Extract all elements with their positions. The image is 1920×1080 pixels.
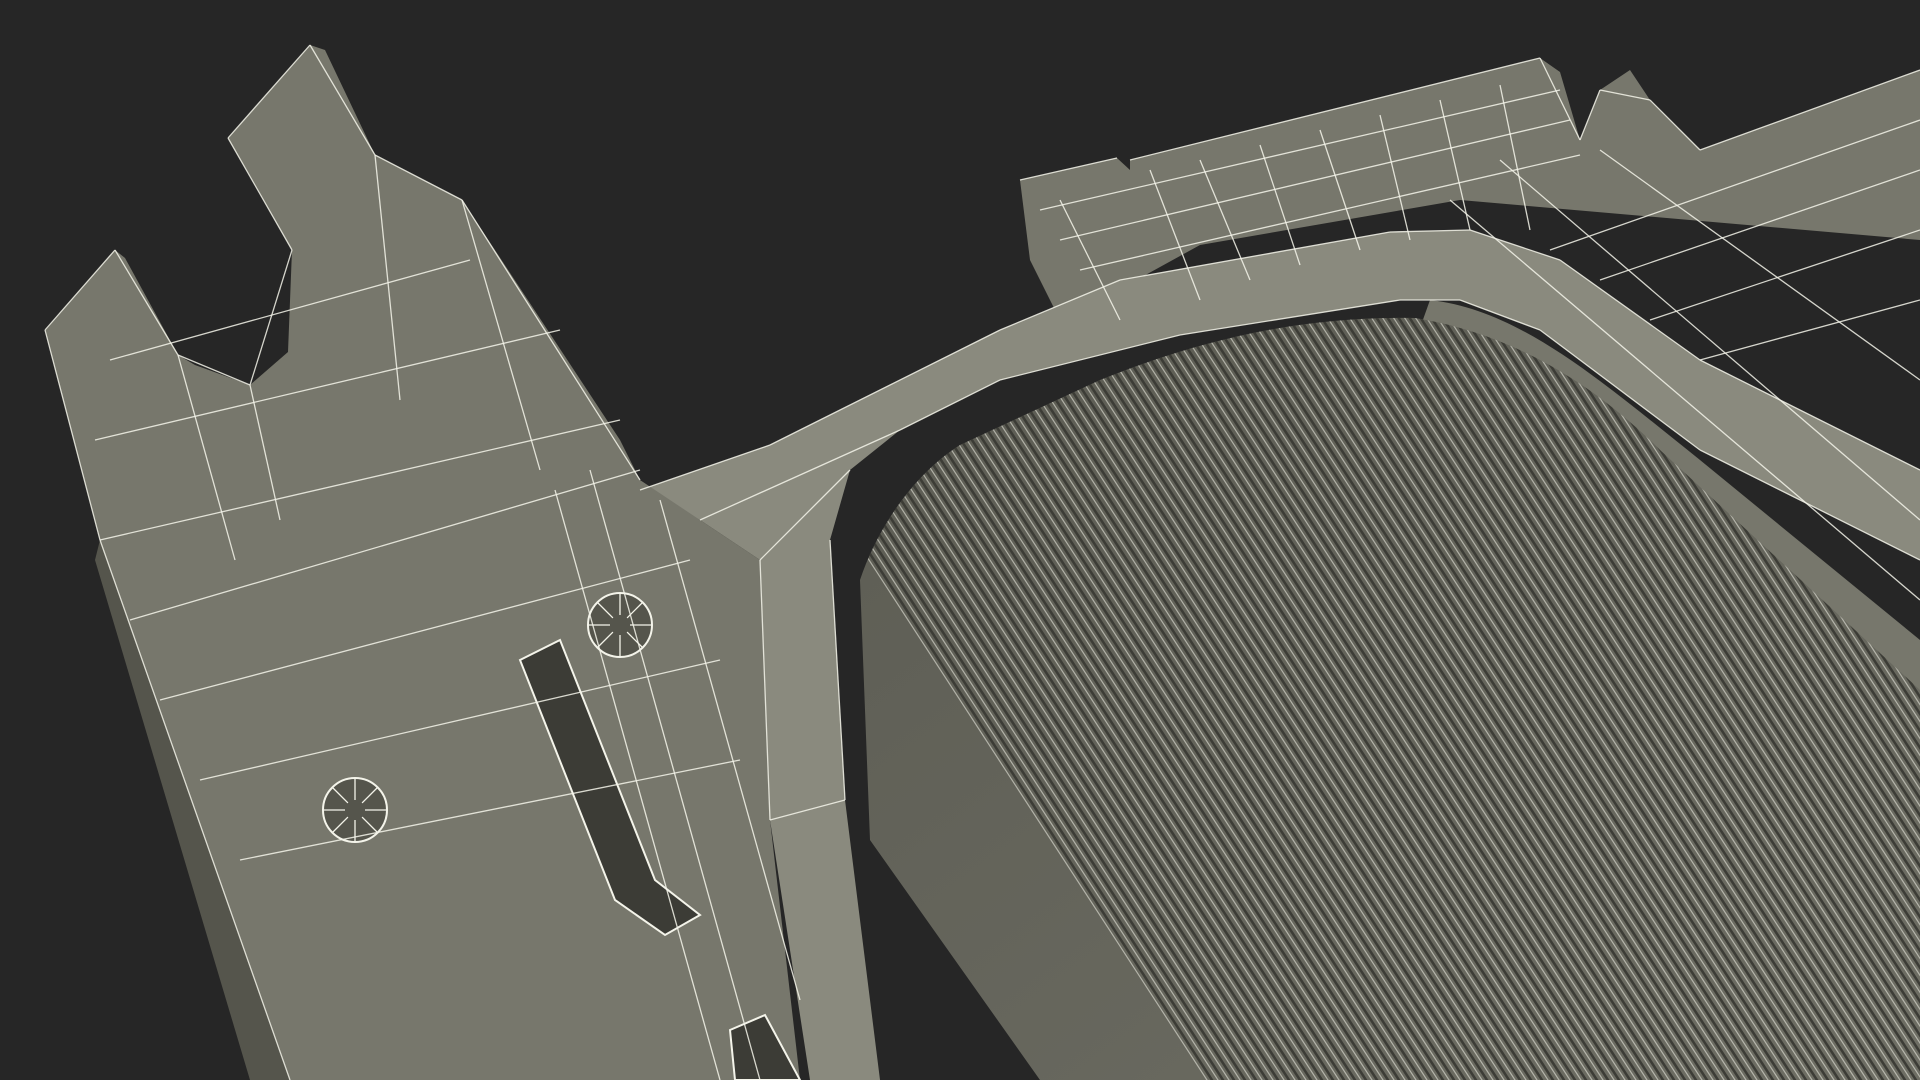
render-viewport[interactable]	[0, 0, 1920, 1080]
wire-edge	[1649, 229, 1920, 321]
wireframe-render	[44, 44, 1920, 1080]
wire-edge	[1699, 299, 1920, 361]
bracket	[45, 45, 800, 1080]
